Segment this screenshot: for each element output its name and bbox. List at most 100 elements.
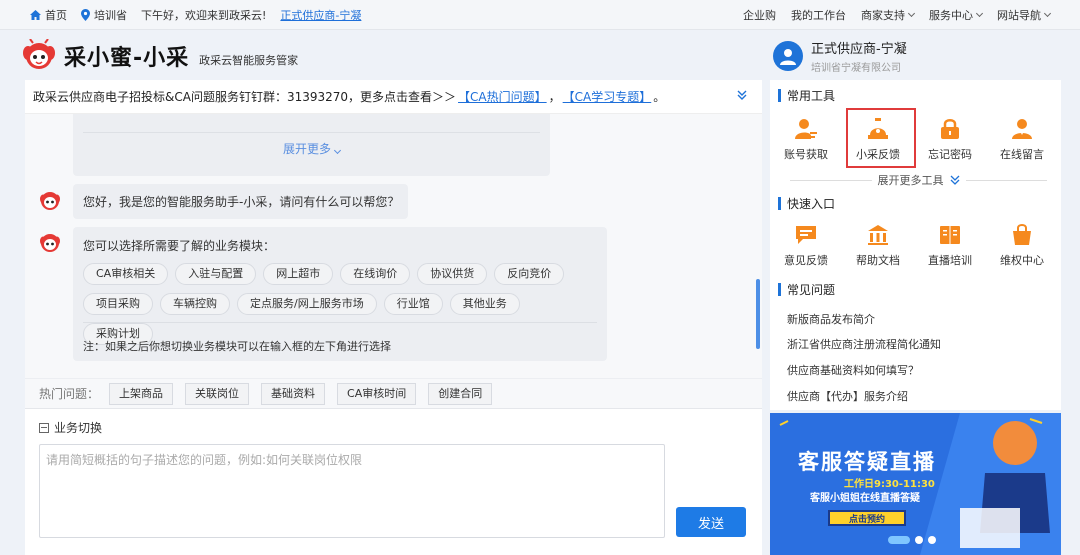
feedback-icon — [796, 226, 816, 244]
quick-help-docs[interactable]: 帮助文档 — [842, 222, 914, 268]
faq-item[interactable]: 供应商基础资料如何填写？ — [787, 362, 919, 378]
top-nav-workbench[interactable]: 我的工作台 — [791, 7, 846, 23]
expand-more-link[interactable]: 展开更多 — [73, 140, 550, 157]
ca-hot-questions-link[interactable]: 【CA热门问题】 — [458, 88, 547, 105]
quick-entry-title: 快速入口 — [778, 195, 835, 212]
hot-question-tag[interactable]: CA审核时间 — [337, 382, 417, 405]
bot-avatar-icon — [40, 192, 60, 210]
hot-question-tag[interactable]: 基础资料 — [261, 382, 326, 405]
banner-title: 客服答疑直播 — [798, 450, 936, 474]
chevron-down-icon — [975, 9, 984, 18]
chevron-down-icon — [333, 146, 342, 155]
top-nav-site-navigation[interactable]: 网站导航 — [997, 7, 1052, 23]
message-input-area: 业务切换 请用简短概括的句子描述您的问题，例如:如何关联岗位权限 发送 — [25, 408, 762, 555]
faq-item[interactable]: 浙江省供应商注册流程简化通知 — [787, 336, 941, 352]
user-company: 培训省宁凝有限公司 — [811, 63, 901, 74]
chat-history[interactable]: 展开更多 您好，我是您的智能服务助手-小采，请问有什么可以帮您？ 您可以选择所需… — [25, 114, 762, 378]
carousel-dot[interactable] — [928, 536, 936, 544]
carousel-dot[interactable] — [888, 536, 910, 544]
avatar — [773, 41, 803, 71]
brand-header: 采小蜜-小采 政采云智能服务管家 — [22, 36, 298, 76]
module-chip[interactable]: 网上超市 — [263, 263, 334, 285]
notice-text: 政采云供应商电子招投标&CA问题服务钉钉群：31393270，更多点击查看＞＞ — [33, 90, 457, 104]
user-key-icon — [795, 119, 817, 139]
user-icon — [780, 49, 796, 65]
divider — [83, 132, 540, 133]
double-chevron-down-icon[interactable] — [736, 89, 748, 101]
region-selector[interactable]: 培训省 — [81, 7, 127, 23]
double-chevron-down-icon — [950, 175, 959, 185]
module-chip[interactable]: 车辆控购 — [160, 293, 230, 315]
chevron-down-icon — [907, 9, 916, 18]
module-chip[interactable]: 行业馆 — [383, 293, 443, 315]
quick-feedback[interactable]: 意见反馈 — [770, 222, 842, 268]
top-nav-service-center[interactable]: 服务中心 — [929, 7, 984, 23]
brand-title: 采小蜜-小采 — [64, 46, 190, 71]
user-name: 正式供应商-宁凝 — [811, 42, 907, 57]
highlight-box — [846, 108, 916, 168]
banner-time: 工作日9:30-11:30 — [844, 479, 935, 490]
hot-question-tag[interactable]: 创建合同 — [428, 382, 493, 405]
top-bar: 首页 培训省 下午好，欢迎来到政采云! 正式供应商-宁凝 企业购 我的工作台 商… — [0, 0, 1080, 30]
supplier-link[interactable]: 正式供应商-宁凝 — [280, 7, 361, 23]
ca-study-topics-link[interactable]: 【CA学习专题】 — [563, 88, 652, 105]
bank-icon — [868, 225, 888, 245]
module-chip[interactable]: 入驻与配置 — [175, 263, 257, 285]
send-button[interactable]: 发送 — [676, 507, 746, 537]
bag-icon — [1013, 224, 1031, 245]
module-chip[interactable]: 在线询价 — [340, 263, 411, 285]
faq-item[interactable]: 新版商品发布简介 — [787, 311, 875, 327]
tool-online-message[interactable]: 在线留言 — [986, 116, 1058, 162]
chevron-down-icon — [1043, 9, 1052, 18]
faq-title: 常见问题 — [778, 281, 835, 298]
bee-mascot-logo — [23, 39, 55, 69]
hot-questions-label: 热门问题： — [39, 387, 100, 401]
top-nav-merchant-support[interactable]: 商家支持 — [861, 7, 916, 23]
module-chip[interactable]: 反向竞价 — [494, 263, 565, 285]
quick-live-training[interactable]: 直播培训 — [914, 222, 986, 268]
bot-greeting-bubble: 您好，我是您的智能服务助手-小采，请问有什么可以帮您？ — [73, 184, 408, 219]
tool-forgot-password[interactable]: 忘记密码 — [914, 116, 986, 162]
divider — [83, 322, 597, 323]
faq-item[interactable]: 供应商【代办】服务介绍 — [787, 388, 908, 404]
hot-question-tag[interactable]: 上架商品 — [109, 382, 174, 405]
common-tools-title: 常用工具 — [778, 87, 835, 104]
lock-icon — [941, 119, 959, 139]
module-prompt: 您可以选择所需要了解的业务模块： — [83, 239, 276, 253]
module-chip[interactable]: 其他业务 — [449, 293, 520, 315]
module-switch-note: 注：如果之后你想切换业务模块可以在输入框的左下角进行选择 — [83, 340, 391, 353]
brand-subtitle: 政采云智能服务管家 — [199, 54, 299, 67]
switch-icon — [39, 422, 49, 433]
quick-rights-center[interactable]: 维权中心 — [986, 222, 1058, 268]
person-icon — [1012, 119, 1032, 139]
location-pin-icon — [81, 8, 90, 21]
user-info[interactable]: 正式供应商-宁凝 培训省宁凝有限公司 — [773, 38, 907, 74]
expand-more-tools[interactable]: 展开更多工具 — [784, 172, 1053, 188]
home-icon — [30, 9, 41, 20]
bot-avatar-icon — [40, 234, 60, 252]
divider — [790, 179, 872, 181]
module-chip[interactable]: 定点服务/网上服务市场 — [237, 293, 377, 315]
book-icon — [940, 226, 960, 244]
chat-scrollbar[interactable] — [756, 279, 760, 349]
message-input[interactable]: 请用简短概括的句子描述您的问题，例如:如何关联岗位权限 — [39, 444, 665, 538]
greeting-text: 下午好，欢迎来到政采云! — [141, 8, 267, 22]
business-module-bubble: 您可以选择所需要了解的业务模块： CA审核相关 入驻与配置 网上超市 在线询价 … — [73, 227, 607, 361]
home-link[interactable]: 首页 — [30, 7, 67, 23]
divider — [965, 179, 1047, 181]
book-now-button[interactable]: 点击预约 — [828, 510, 906, 526]
tool-account-get[interactable]: 账号获取 — [770, 116, 842, 162]
live-qa-banner[interactable]: 客服答疑直播 工作日9:30-11:30 客服小姐姐在线直播答疑 点击预约 — [770, 413, 1061, 555]
previous-message-bubble: 展开更多 — [73, 114, 550, 176]
quick-entry-list: 意见反馈 帮助文档 直播培训 维权中心 — [770, 222, 1061, 268]
module-chip[interactable]: 项目采购 — [83, 293, 153, 315]
module-chip[interactable]: 协议供货 — [417, 263, 488, 285]
top-nav-enterprise[interactable]: 企业购 — [743, 7, 776, 23]
module-chip[interactable]: CA审核相关 — [83, 263, 169, 285]
carousel-dot[interactable] — [915, 536, 923, 544]
hot-question-tag[interactable]: 关联岗位 — [185, 382, 250, 405]
carousel-dots — [888, 536, 936, 544]
notice-bar: 政采云供应商电子招投标&CA问题服务钉钉群：31393270，更多点击查看＞＞ … — [25, 80, 762, 114]
business-switch-button[interactable]: 业务切换 — [39, 419, 102, 436]
hot-questions-bar: 热门问题： 上架商品 关联岗位 基础资料 CA审核时间 创建合同 — [25, 378, 762, 408]
